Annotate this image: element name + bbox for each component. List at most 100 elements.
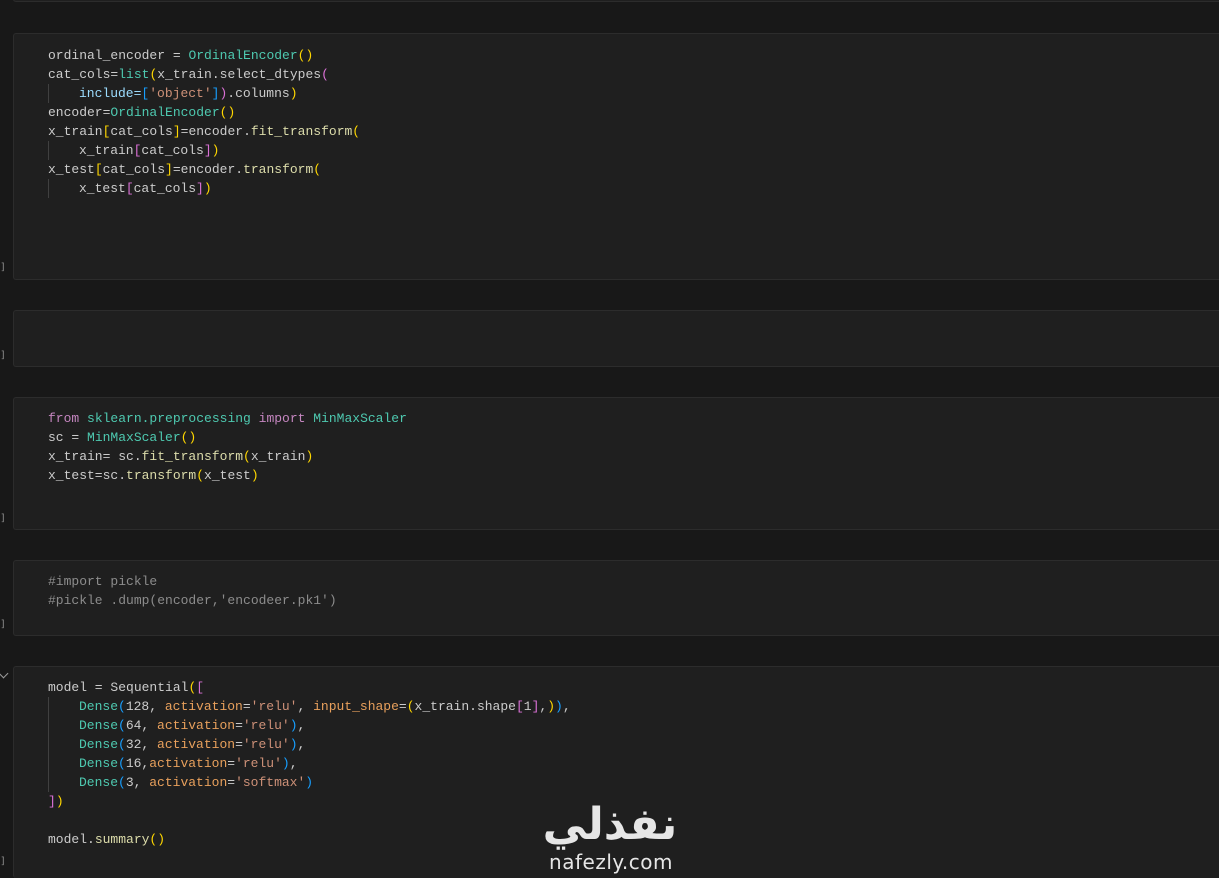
code-editor[interactable]: #import pickle #pickle .dump(encoder,'enc… [48, 572, 337, 610]
code-line[interactable]: #import pickle [48, 572, 337, 591]
watermark-domain: nafezly.com [549, 850, 673, 874]
code-token: #pickle .dump(encoder,'encodeer.pk1') [48, 593, 337, 608]
code-line[interactable]: Dense(32, activation='relu'), [48, 735, 571, 754]
code-token: .columns [227, 86, 290, 101]
code-token: = [235, 737, 243, 752]
code-line[interactable]: #pickle .dump(encoder,'encodeer.pk1') [48, 591, 337, 610]
code-token: = [227, 775, 236, 790]
code-token: fit_transform [250, 124, 353, 139]
code-line[interactable]: x_train[cat_cols]=encoder.fit_transform( [48, 122, 360, 141]
code-token: ) [281, 756, 290, 771]
collapse-chevron-icon[interactable] [0, 668, 9, 679]
code-token: ] [196, 181, 204, 196]
code-token: , [297, 699, 314, 714]
code-token: ) [289, 86, 298, 101]
code-line[interactable]: encoder=OrdinalEncoder() [48, 103, 360, 122]
code-token: ( [118, 756, 126, 771]
code-token: cat_cols [102, 162, 166, 177]
code-token: 'softmax' [235, 775, 306, 790]
code-token: x_test [48, 162, 95, 177]
code-token: ( [313, 162, 322, 177]
code-token: x_train= sc. [48, 449, 142, 464]
code-token: x_test [79, 181, 126, 196]
execution-count: ] [0, 619, 7, 630]
code-token: OrdinalEncoder [188, 48, 298, 63]
code-token: list [118, 67, 150, 82]
code-token: ] [165, 162, 173, 177]
code-token: x_test=sc. [48, 468, 127, 483]
code-token: ( [352, 124, 361, 139]
indent-guide [48, 84, 79, 103]
code-token: include= [79, 86, 142, 101]
code-cell-empty[interactable] [13, 310, 1219, 367]
code-line[interactable]: from sklearn.preprocessing import MinMax… [48, 409, 407, 428]
code-line[interactable]: x_test[cat_cols]=encoder.transform( [48, 160, 360, 179]
code-line[interactable]: sc = MinMaxScaler() [48, 428, 407, 447]
code-token: ( [118, 737, 126, 752]
indent-guide [48, 697, 79, 716]
code-editor[interactable]: ordinal_encoder = OrdinalEncoder() cat_co… [48, 46, 360, 198]
code-token: input_shape [313, 699, 399, 714]
code-editor[interactable]: model = Sequential([Dense(128, activatio… [48, 678, 571, 849]
code-token: 16, [125, 756, 150, 771]
code-line[interactable]: x_test[cat_cols]) [48, 179, 360, 198]
code-token: model = [48, 680, 111, 695]
code-token: () [219, 105, 236, 120]
code-token: 'relu' [242, 718, 290, 733]
code-editor[interactable]: from sklearn.preprocessing import MinMax… [48, 409, 407, 485]
code-line[interactable]: ]) [48, 792, 571, 811]
code-token: ( [321, 67, 329, 82]
code-cell-minmax-scaler[interactable]: from sklearn.preprocessing import MinMax… [13, 397, 1219, 530]
code-line[interactable]: x_train= sc.fit_transform(x_train) [48, 447, 407, 466]
code-cell-ordinal-encoder[interactable]: ordinal_encoder = OrdinalEncoder() cat_co… [13, 33, 1219, 280]
indent-guide [48, 716, 79, 735]
code-token: , [289, 756, 298, 771]
code-token: x_train [48, 124, 103, 139]
code-token: Dense [79, 699, 119, 714]
code-token: Dense [79, 756, 119, 771]
code-token: 32, [125, 737, 158, 752]
code-line[interactable]: Dense(3, activation='softmax') [48, 773, 571, 792]
nafezly-watermark: نفذلي nafezly.com [535, 800, 685, 878]
code-token: activation [149, 775, 228, 790]
code-token: MinMaxScaler [87, 430, 181, 445]
code-line[interactable]: Dense(128, activation='relu', input_shap… [48, 697, 571, 716]
code-token: =encoder. [180, 124, 251, 139]
code-token: () [297, 48, 314, 63]
code-line[interactable] [48, 811, 571, 830]
code-token: summary [94, 832, 150, 847]
code-line[interactable]: include=['object']).columns) [48, 84, 360, 103]
code-line[interactable]: Dense(64, activation='relu'), [48, 716, 571, 735]
code-token: ) [55, 794, 64, 809]
code-line[interactable]: cat_cols=list(x_train.select_dtypes( [48, 65, 360, 84]
code-line[interactable]: model = Sequential([ [48, 678, 571, 697]
code-token: = [398, 699, 407, 714]
code-token: ( [118, 699, 126, 714]
code-token: sc = [48, 430, 88, 445]
code-token: 128, [125, 699, 165, 714]
indent-guide [48, 735, 79, 754]
code-token: activation [164, 699, 243, 714]
code-token: ( [118, 718, 126, 733]
code-token: 'relu' [242, 737, 290, 752]
indent-guide [48, 754, 79, 773]
code-line[interactable]: ordinal_encoder = OrdinalEncoder() [48, 46, 360, 65]
code-line[interactable]: Dense(16,activation='relu'), [48, 754, 571, 773]
previous-cell-fragment [13, 0, 1219, 2]
code-token: , [297, 718, 306, 733]
code-line[interactable]: x_test=sc.transform(x_test) [48, 466, 407, 485]
code-token: activation [149, 756, 228, 771]
code-token: , [562, 699, 571, 714]
code-line[interactable]: x_train[cat_cols]) [48, 141, 360, 160]
code-token: fit_transform [141, 449, 244, 464]
indent-guide [48, 179, 79, 198]
code-cell-pickle-comment[interactable]: #import pickle #pickle .dump(encoder,'enc… [13, 560, 1219, 636]
code-token: x_train [250, 449, 306, 464]
code-token: Sequential [110, 680, 189, 695]
code-line[interactable]: model.summary() [48, 830, 571, 849]
code-token: ( [406, 699, 415, 714]
code-token: x_test [204, 468, 251, 483]
code-token: 3, [125, 775, 150, 790]
code-token: =encoder. [172, 162, 244, 177]
code-token: ) [289, 737, 298, 752]
